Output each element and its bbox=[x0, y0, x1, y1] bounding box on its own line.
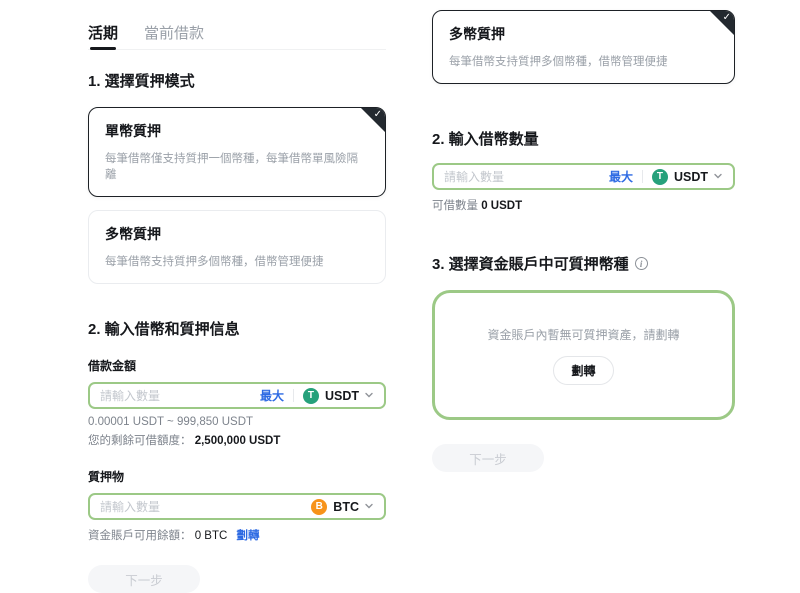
mode-card-multi-collateral-selected[interactable]: ✓ 多幣質押 每筆借幣支持質押多個幣種，借幣管理便捷 bbox=[432, 10, 735, 84]
right-panel: ✓ 多幣質押 每筆借幣支持質押多個幣種，借幣管理便捷 2. 輸入借幣數量 最大 … bbox=[432, 10, 735, 472]
collateral-input-box: B BTC bbox=[88, 493, 386, 520]
borrow-quota-hint: 您的剩餘可借額度： 2,500,000 USDT bbox=[88, 432, 386, 448]
usdt-icon: T bbox=[652, 169, 668, 185]
next-step-button-left[interactable]: 下一步 bbox=[88, 565, 200, 593]
section-title-borrow-info: 2. 輸入借幣和質押信息 bbox=[88, 318, 386, 339]
max-button[interactable]: 最大 bbox=[609, 168, 633, 185]
quota-value: 2,500,000 USDT bbox=[195, 435, 281, 447]
balance-label: 資金賬戶可用餘額： bbox=[88, 530, 192, 542]
next-step-button-right[interactable]: 下一步 bbox=[432, 444, 544, 472]
tab-current-loans[interactable]: 當前借款 bbox=[144, 18, 204, 49]
borrow-quantity-input[interactable] bbox=[444, 170, 609, 184]
check-icon: ✓ bbox=[374, 109, 382, 120]
divider bbox=[642, 170, 643, 183]
borrow-currency-select[interactable]: T USDT bbox=[652, 168, 723, 186]
transfer-button[interactable]: 劃轉 bbox=[553, 356, 613, 385]
collateral-label: 質押物 bbox=[88, 468, 386, 485]
borrow-currency-select[interactable]: T USDT bbox=[303, 387, 374, 405]
chevron-down-icon bbox=[364, 498, 374, 516]
mode-card-title: 多幣質押 bbox=[105, 224, 369, 244]
info-icon[interactable]: i bbox=[635, 257, 648, 270]
mode-card-description: 每筆借幣僅支持質押一個幣種，每筆借幣單風險隔離 bbox=[105, 150, 369, 182]
borrow-currency-label: USDT bbox=[674, 170, 708, 184]
available-value: 0 USDT bbox=[481, 200, 522, 212]
collateral-amount-input[interactable] bbox=[100, 500, 311, 514]
left-panel: 活期 當前借款 1. 選擇質押模式 ✓ 單幣質押 每筆借幣僅支持質押一個幣種，每… bbox=[88, 18, 386, 593]
divider bbox=[293, 389, 294, 402]
borrow-amount-input[interactable] bbox=[100, 389, 260, 403]
transfer-link[interactable]: 劃轉 bbox=[237, 530, 260, 542]
available-label: 可借數量 bbox=[432, 200, 478, 212]
collateral-balance-hint: 資金賬戶可用餘額： 0 BTC 劃轉 bbox=[88, 527, 386, 543]
chevron-down-icon bbox=[364, 387, 374, 405]
available-quantity-hint: 可借數量 0 USDT bbox=[432, 197, 735, 213]
btc-icon: B bbox=[311, 499, 327, 515]
mode-card-description: 每筆借幣支持質押多個幣種，借幣管理便捷 bbox=[449, 53, 718, 69]
borrow-amount-input-box: 最大 T USDT bbox=[88, 382, 386, 409]
check-icon: ✓ bbox=[723, 12, 731, 23]
collateral-currency-label: BTC bbox=[333, 500, 359, 514]
borrow-currency-label: USDT bbox=[325, 389, 359, 403]
section-title-choose-mode: 1. 選擇質押模式 bbox=[88, 70, 386, 91]
borrow-range-hint: 0.00001 USDT ~ 999,850 USDT bbox=[88, 416, 386, 428]
chevron-down-icon bbox=[713, 168, 723, 186]
tab-bar: 活期 當前借款 bbox=[88, 18, 386, 50]
collateral-empty-state-box: 資金賬戶內暫無可質押資產，請劃轉 劃轉 bbox=[432, 290, 735, 420]
balance-value: 0 BTC bbox=[195, 530, 228, 542]
borrow-amount-label: 借款金額 bbox=[88, 357, 386, 374]
quota-label: 您的剩餘可借額度： bbox=[88, 435, 192, 447]
borrow-quantity-input-box: 最大 T USDT bbox=[432, 163, 735, 190]
mode-card-title: 單幣質押 bbox=[105, 121, 369, 141]
section-title-text: 3. 選擇資金賬戶中可質押幣種 bbox=[432, 253, 629, 274]
section-title-borrow-quantity: 2. 輸入借幣數量 bbox=[432, 128, 735, 149]
collateral-currency-select[interactable]: B BTC bbox=[311, 498, 374, 516]
empty-state-message: 資金賬戶內暫無可質押資產，請劃轉 bbox=[487, 326, 679, 343]
usdt-icon: T bbox=[303, 388, 319, 404]
mode-card-description: 每筆借幣支持質押多個幣種，借幣管理便捷 bbox=[105, 253, 369, 269]
section-title-select-collateral: 3. 選擇資金賬戶中可質押幣種 i bbox=[432, 253, 735, 274]
tab-flexible[interactable]: 活期 bbox=[88, 18, 118, 49]
mode-card-multi-collateral[interactable]: 多幣質押 每筆借幣支持質押多個幣種，借幣管理便捷 bbox=[88, 210, 386, 284]
max-button[interactable]: 最大 bbox=[260, 387, 284, 404]
mode-card-title: 多幣質押 bbox=[449, 24, 718, 44]
mode-card-single-collateral[interactable]: ✓ 單幣質押 每筆借幣僅支持質押一個幣種，每筆借幣單風險隔離 bbox=[88, 107, 386, 197]
